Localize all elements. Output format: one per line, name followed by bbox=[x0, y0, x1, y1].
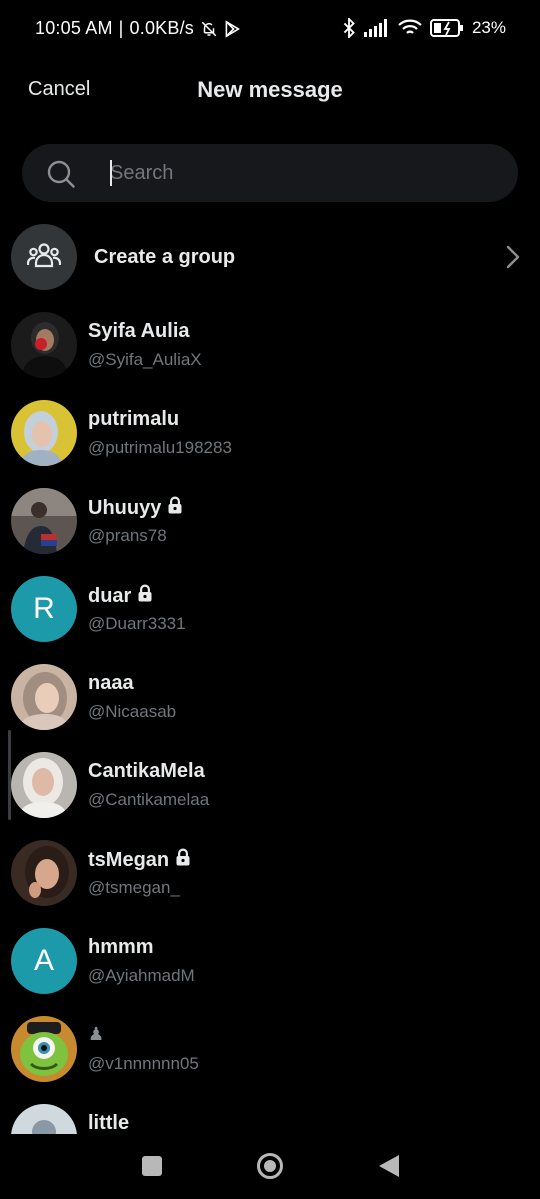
network-speed: 0.0KB/s bbox=[129, 18, 194, 38]
contact-row[interactable]: tsMegan @tsmegan_ bbox=[0, 828, 540, 916]
battery-icon bbox=[429, 19, 464, 37]
contact-name: little bbox=[88, 1112, 129, 1134]
contact-name-text: putrimalu bbox=[88, 408, 180, 430]
lock-icon bbox=[137, 584, 153, 608]
contact-row[interactable]: Uhuuyy @prans78 bbox=[0, 476, 540, 564]
contact-name: ♟ bbox=[88, 1024, 104, 1045]
contact-list[interactable]: Syifa Aulia @Syifa_AuliaX putrimalu @put… bbox=[0, 300, 540, 1134]
avatar bbox=[11, 664, 77, 730]
status-left: 10:05 AM | 0.0KB/s bbox=[35, 18, 240, 39]
battery-percent: 23% bbox=[471, 18, 506, 37]
avatar bbox=[11, 840, 77, 906]
contact-name-text: Uhuuyy bbox=[88, 496, 162, 519]
contact-name: tsMegan bbox=[88, 848, 191, 872]
avatar bbox=[11, 488, 77, 554]
create-group-button[interactable]: Create a group bbox=[0, 222, 540, 292]
search-icon bbox=[46, 159, 76, 194]
contact-handle: @Duarr3331 bbox=[88, 614, 186, 633]
chevron-right-icon bbox=[506, 245, 520, 274]
text-caret bbox=[110, 160, 112, 186]
contact-row[interactable]: A hmmm @AyiahmadM bbox=[0, 916, 540, 1004]
lock-icon bbox=[167, 496, 183, 520]
scroll-indicator[interactable] bbox=[8, 730, 11, 820]
contact-row[interactable]: putrimalu @putrimalu198283 bbox=[0, 388, 540, 476]
people-group-icon bbox=[26, 241, 62, 274]
avatar: A bbox=[11, 928, 77, 994]
contact-handle: @v1nnnnnn05 bbox=[88, 1054, 199, 1073]
contact-name: naaa bbox=[88, 672, 134, 695]
avatar: R bbox=[11, 576, 77, 642]
contact-name: putrimalu bbox=[88, 408, 179, 431]
signal-icon bbox=[363, 19, 390, 37]
header: Cancel New message bbox=[0, 60, 540, 120]
contact-name-text: tsMegan bbox=[88, 848, 170, 871]
contact-name-text: hmmm bbox=[88, 936, 154, 958]
contact-handle: @prans78 bbox=[88, 526, 167, 545]
avatar bbox=[11, 752, 77, 818]
contact-handle: @Nicaasab bbox=[88, 702, 177, 721]
contact-name-text: Syifa Aulia bbox=[88, 320, 190, 342]
system-nav-bar bbox=[0, 1134, 540, 1199]
contact-name-text: little bbox=[88, 1112, 130, 1134]
search-input[interactable] bbox=[110, 158, 490, 188]
page-title: New message bbox=[197, 77, 343, 102]
lock-icon bbox=[175, 848, 191, 872]
avatar bbox=[11, 312, 77, 378]
contact-row[interactable]: ♟ @v1nnnnnn05 bbox=[0, 1004, 540, 1092]
status-right: 23% bbox=[342, 18, 506, 38]
mute-bell-icon bbox=[200, 20, 218, 38]
contact-row[interactable]: CantikaMela @Cantikamelaa bbox=[0, 740, 540, 828]
play-store-icon bbox=[224, 19, 240, 38]
status-separator: | bbox=[118, 18, 124, 38]
contact-row[interactable]: naaa @Nicaasab bbox=[0, 652, 540, 740]
contact-name-text: duar bbox=[88, 584, 132, 607]
group-icon-circle bbox=[11, 224, 77, 290]
avatar bbox=[11, 1016, 77, 1082]
contact-handle: @Syifa_AuliaX bbox=[88, 350, 202, 369]
contact-name-text: CantikaMela bbox=[88, 760, 205, 782]
home-circle-icon[interactable] bbox=[256, 1152, 284, 1185]
status-bar: 10:05 AM | 0.0KB/s 23% bbox=[0, 0, 540, 60]
contact-name: hmmm bbox=[88, 936, 154, 959]
contact-name-text: naaa bbox=[88, 672, 134, 694]
back-triangle-icon[interactable] bbox=[378, 1154, 400, 1183]
contact-name: duar bbox=[88, 584, 153, 608]
bluetooth-icon bbox=[342, 18, 356, 38]
contact-handle: @tsmegan_ bbox=[88, 878, 180, 897]
contact-handle: @Cantikamelaa bbox=[88, 790, 210, 809]
contact-name: CantikaMela bbox=[88, 760, 205, 783]
status-time: 10:05 AM bbox=[35, 18, 113, 38]
avatar bbox=[11, 1104, 77, 1134]
contact-row[interactable]: R duar @Duarr3331 bbox=[0, 564, 540, 652]
create-group-label: Create a group bbox=[94, 246, 236, 268]
contact-name: Uhuuyy bbox=[88, 496, 183, 520]
contact-row[interactable]: Syifa Aulia @Syifa_AuliaX bbox=[0, 300, 540, 388]
contact-handle: @putrimalu198283 bbox=[88, 438, 232, 457]
contact-handle: @AyiahmadM bbox=[88, 966, 195, 985]
search-box[interactable] bbox=[22, 144, 518, 202]
recents-square-icon[interactable] bbox=[142, 1156, 162, 1181]
wifi-icon bbox=[398, 19, 422, 37]
avatar bbox=[11, 400, 77, 466]
contact-row[interactable]: little bbox=[0, 1092, 540, 1134]
contact-name-text: ♟ bbox=[88, 1024, 105, 1044]
contact-name: Syifa Aulia bbox=[88, 320, 190, 343]
